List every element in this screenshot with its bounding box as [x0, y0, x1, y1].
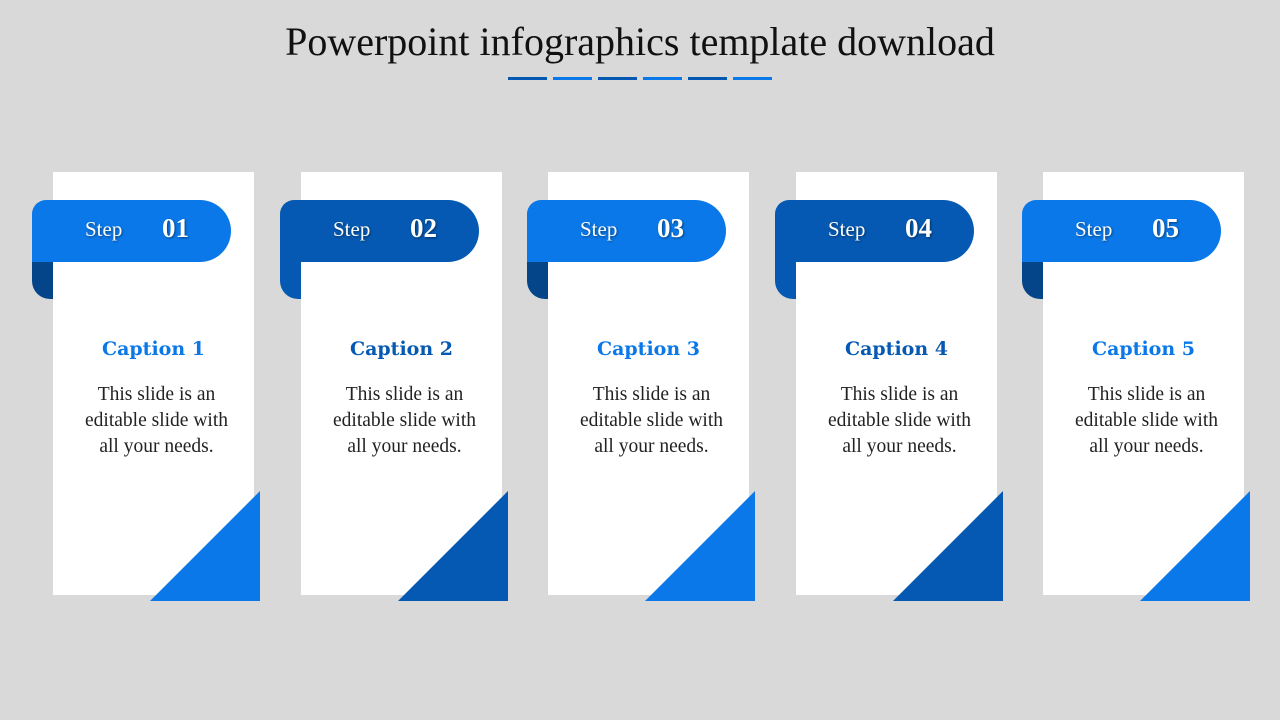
caption-heading: Caption 2: [349, 338, 454, 360]
step-number: 05: [1152, 213, 1179, 243]
body-line: This slide is an: [1087, 384, 1206, 405]
body-line: This slide is an: [592, 384, 711, 405]
corner-triangle: [1140, 491, 1250, 601]
caption-heading: Caption 1: [101, 338, 206, 360]
ribbon-fold: [280, 262, 301, 299]
corner-triangle-shape: [150, 491, 260, 601]
body-line: This slide is an: [840, 384, 959, 405]
step-ribbon: Step 01: [32, 200, 231, 262]
ribbon-fold: [32, 262, 53, 299]
ribbon-fold: [775, 262, 796, 299]
corner-triangle: [150, 491, 260, 601]
step-ribbon: Step 05: [1022, 200, 1221, 262]
corner-triangle: [398, 491, 508, 601]
step-ribbon: Step 02: [280, 200, 479, 262]
slide-title: Powerpoint infographics template downloa…: [285, 19, 995, 64]
caption-heading: Caption 3: [596, 338, 701, 360]
title-dash: [598, 77, 637, 80]
body-line: editable slide with: [85, 410, 228, 431]
step-number: 03: [657, 213, 684, 243]
ribbon-fold: [1022, 262, 1043, 299]
body-line: editable slide with: [828, 410, 971, 431]
body-line: all your needs.: [1089, 436, 1204, 457]
body-line: all your needs.: [99, 436, 214, 457]
corner-triangle-shape: [893, 491, 1003, 601]
corner-triangle-shape: [398, 491, 508, 601]
step-number: 01: [162, 213, 189, 243]
corner-triangle: [645, 491, 755, 601]
step-ribbon: Step 03: [527, 200, 726, 262]
step-number: 02: [410, 213, 437, 243]
body-line: all your needs.: [842, 436, 957, 457]
body-line: all your needs.: [594, 436, 709, 457]
title-dash: [688, 77, 727, 80]
caption-heading: Caption 5: [1091, 338, 1196, 360]
ribbon-fold: [527, 262, 548, 299]
caption-body: This slide is an editable slide with all y…: [799, 382, 1000, 460]
step-label: Step: [1075, 217, 1113, 241]
step-ribbon: Step 04: [775, 200, 974, 262]
title-dash: [553, 77, 592, 80]
step-label: Step: [580, 217, 618, 241]
title-dash: [733, 77, 772, 80]
caption-body: This slide is an editable slide with all y…: [304, 382, 505, 460]
body-line: This slide is an: [345, 384, 464, 405]
title-dash: [643, 77, 682, 80]
body-line: editable slide with: [1075, 410, 1218, 431]
body-line: all your needs.: [347, 436, 462, 457]
body-line: editable slide with: [333, 410, 476, 431]
caption-body: This slide is an editable slide with all y…: [1046, 382, 1247, 460]
step-label: Step: [333, 217, 371, 241]
step-label: Step: [828, 217, 866, 241]
step-number: 04: [905, 213, 932, 243]
step-label: Step: [85, 217, 123, 241]
body-line: This slide is an: [97, 384, 216, 405]
caption-body: This slide is an editable slide with all y…: [551, 382, 752, 460]
caption-heading: Caption 4: [844, 338, 949, 360]
title-dash: [508, 77, 547, 80]
corner-triangle: [893, 491, 1003, 601]
corner-triangle-shape: [1140, 491, 1250, 601]
corner-triangle-shape: [645, 491, 755, 601]
caption-body: This slide is an editable slide with all y…: [56, 382, 257, 460]
body-line: editable slide with: [580, 410, 723, 431]
